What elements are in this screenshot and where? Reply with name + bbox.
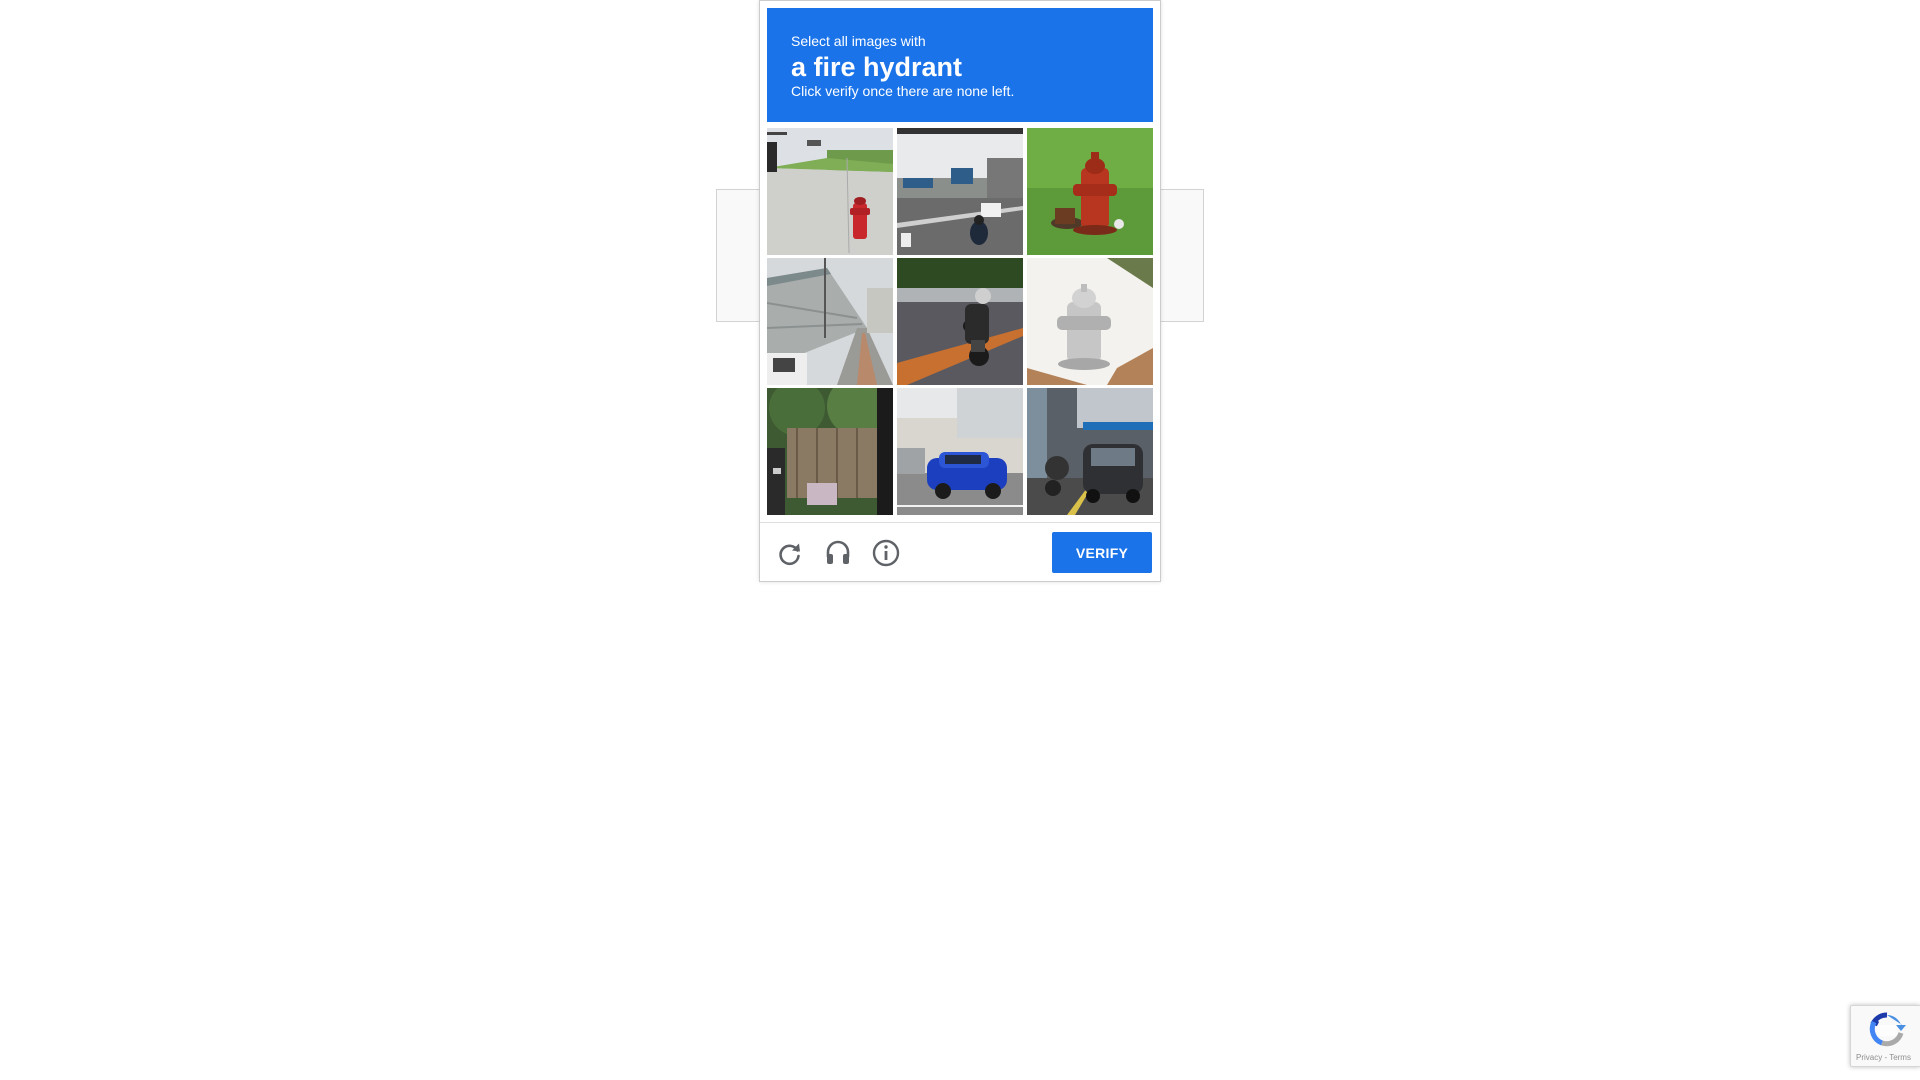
tile-image-street-cars xyxy=(1027,388,1153,515)
recaptcha-challenge-popup: Select all images with a fire hydrant Cl… xyxy=(759,0,1161,582)
image-tile-1[interactable] xyxy=(767,128,893,255)
image-tile-7[interactable] xyxy=(767,388,893,515)
image-tile-8[interactable] xyxy=(897,388,1023,515)
tile-image-silver-hydrant xyxy=(1027,258,1153,385)
tile-image-motorcyclist xyxy=(897,258,1023,385)
image-grid xyxy=(767,128,1153,515)
image-tile-3[interactable] xyxy=(1027,128,1153,255)
image-tile-5[interactable] xyxy=(897,258,1023,385)
footer-divider xyxy=(760,522,1160,523)
image-tile-2[interactable] xyxy=(897,128,1023,255)
image-tile-9[interactable] xyxy=(1027,388,1153,515)
tile-image-motorcycle-highway xyxy=(897,128,1023,255)
verify-button[interactable]: VERIFY xyxy=(1052,532,1152,573)
image-tile-4[interactable] xyxy=(767,258,893,385)
challenge-header: Select all images with a fire hydrant Cl… xyxy=(767,8,1153,122)
info-icon[interactable] xyxy=(871,538,901,568)
headphones-icon[interactable] xyxy=(823,538,853,568)
tile-image-bike-path xyxy=(767,258,893,385)
recaptcha-logo-icon xyxy=(1869,1012,1906,1047)
tile-image-trees-fence xyxy=(767,388,893,515)
privacy-terms-link[interactable]: Privacy - Terms xyxy=(1856,1053,1911,1062)
instruction-target: a fire hydrant xyxy=(791,52,963,82)
tile-image-blue-car xyxy=(897,388,1023,515)
reload-icon[interactable] xyxy=(775,538,805,568)
instruction-suffix: Click verify once there are none left. xyxy=(791,83,1015,99)
instruction-prefix: Select all images with xyxy=(791,33,926,49)
image-tile-6[interactable] xyxy=(1027,258,1153,385)
tile-image-red-hydrant-grass xyxy=(1027,128,1153,255)
tile-image-hydrant-pavement xyxy=(767,128,893,255)
recaptcha-badge[interactable]: Privacy - Terms xyxy=(1850,1005,1920,1067)
